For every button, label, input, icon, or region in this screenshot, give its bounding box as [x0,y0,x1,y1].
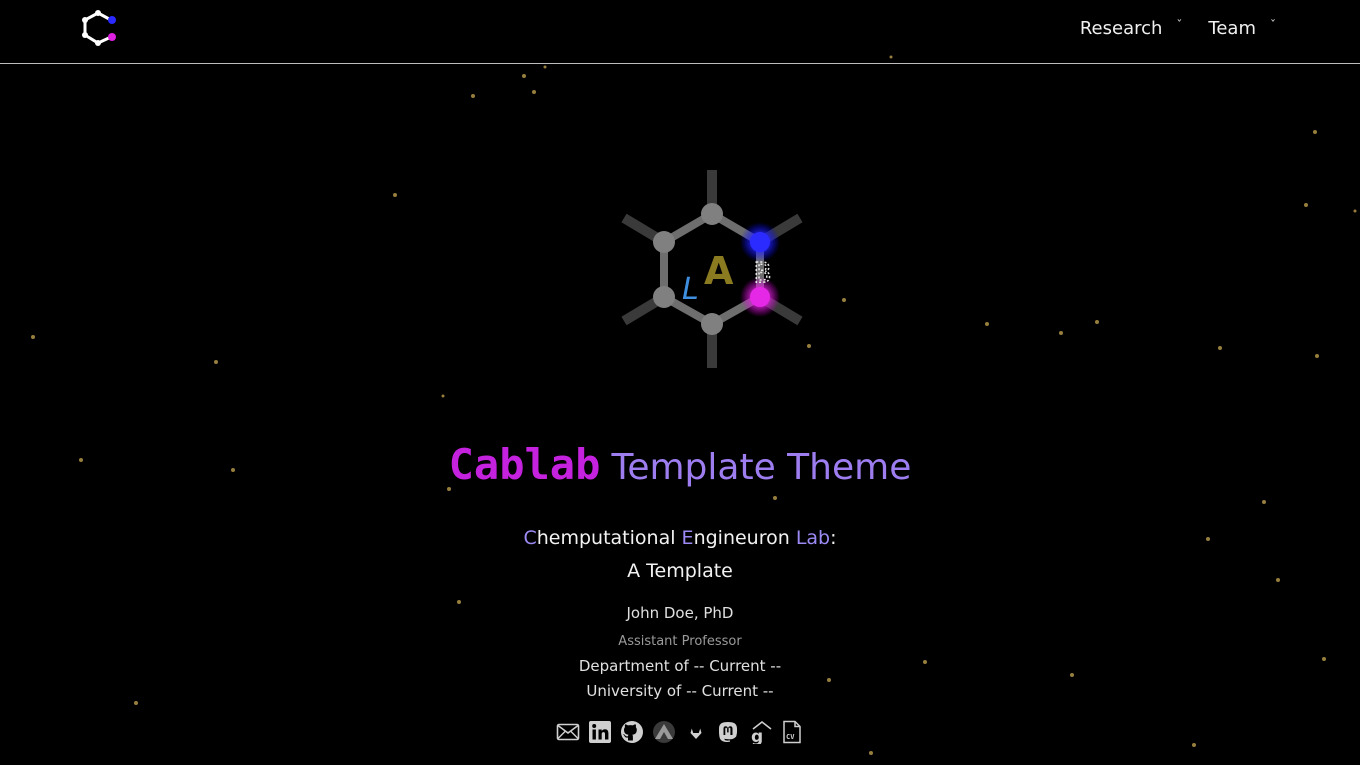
svg-text:g: g [751,727,763,744]
page: Research ˇ Team ˇ L A B Cablab Template … [0,0,1360,765]
social-links: g CV [0,720,1360,744]
subtitle-word-lab: Lab [795,527,831,549]
subtitle-letter-e: E [681,527,694,549]
nav-research-label: Research [1079,18,1163,39]
github-icon [621,721,643,743]
subtitle-word-engineuron: ngineuron [693,527,796,549]
orcid-icon [653,721,675,743]
nav-team-label: Team [1208,18,1256,39]
mastodon-link[interactable] [716,720,740,744]
subtitle-colon: : [830,527,837,549]
particle-background [31,55,1357,755]
logo-letter-l: L [682,272,699,307]
title-cablab: Cablab [448,440,601,489]
logo-letter-b: B [754,256,771,289]
chevron-down-icon: ˇ [1270,17,1276,32]
cablab-hexagon-logo-icon [82,10,116,46]
person-position: Assistant Professor [618,634,742,649]
cv-link[interactable]: CV [780,720,804,744]
subtitle-letter-c: C [523,527,537,549]
lab-subtitle: Chemputational Engineuron Lab: A Templat… [0,522,1360,588]
subtitle-line-2: A Template [627,560,733,582]
logo-letter-a: A [704,249,734,293]
person-name: John Doe, PhD [626,604,734,622]
cv-icon: CV [783,720,801,744]
gitlab-icon [690,728,702,739]
linkedin-icon [589,721,611,743]
svg-text:CV: CV [786,733,795,741]
linkedin-link[interactable] [588,720,612,744]
nav-team-dropdown[interactable]: Team ˇ [1208,17,1276,40]
google-scholar-icon: g [751,720,772,744]
mastodon-icon [718,722,738,743]
title-rest: Template Theme [611,447,912,488]
person-department: Department of -- Current -- [578,657,782,675]
email-link[interactable] [556,720,580,744]
nav-research-dropdown[interactable]: Research ˇ [1079,17,1183,40]
orcid-link[interactable] [652,720,676,744]
lab-hexagon-molecule-icon: L A B [621,170,803,368]
top-navbar: Research ˇ Team ˇ [0,0,1360,64]
google-scholar-link[interactable]: g [748,720,772,744]
github-link[interactable] [620,720,644,744]
subtitle-line-1: Chemputational Engineuron Lab: [0,522,1360,555]
subtitle-word-chemputational: hemputational [536,527,682,549]
home-logo-link[interactable] [78,8,122,52]
person-university: University of -- Current -- [586,682,774,700]
gitlab-link[interactable] [684,720,708,744]
chevron-down-icon: ˇ [1176,17,1183,32]
email-icon [556,723,580,741]
page-title: Cablab Template Theme [0,440,1360,489]
nav-menu: Research ˇ Team ˇ [1079,17,1276,40]
